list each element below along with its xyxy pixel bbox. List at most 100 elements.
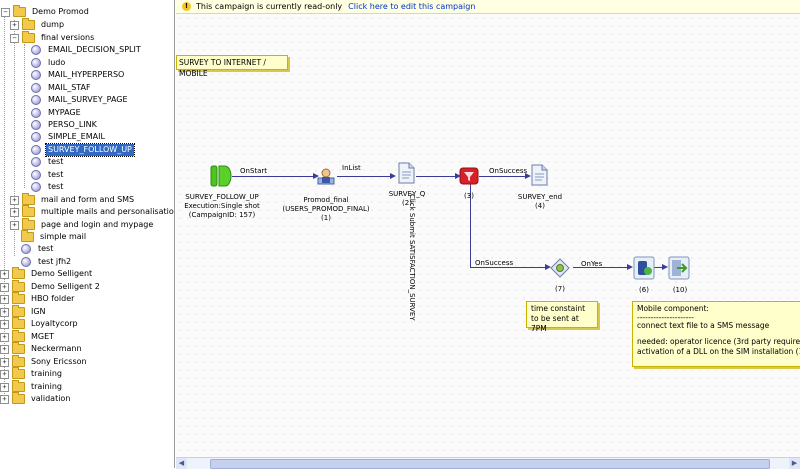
tree-item-campaign[interactable]: MAIL_HYPERPERSO [31,69,126,81]
tree-item-campaign-selected[interactable]: SURVEY_FOLLOW_UP [31,143,135,157]
expand-icon[interactable]: + [10,207,19,217]
tree-item-folder[interactable]: + page and login and mypage [10,218,155,231]
tree-item-folder[interactable]: simple mail [21,230,88,243]
tree-item-label: Sony Ericsson [31,357,87,366]
warning-icon: ! [182,2,191,11]
connector-inlist [337,176,393,177]
start-node[interactable] [210,164,232,188]
expand-icon[interactable]: + [0,282,9,292]
scroll-left-icon[interactable]: ◀ [176,458,187,469]
mobile-note-line3: activation of a DLL on the SIM installat… [637,347,800,356]
tree-item-campaign[interactable]: PERSO_LINK [31,119,99,131]
click-submit-label: Click Submit SATISFACTION_SURVEY [408,194,416,321]
tree-item-campaign[interactable]: EMAIL_DECISION_SPLIT [31,44,143,56]
expand-icon[interactable]: + [10,20,19,30]
folder-icon [22,31,35,43]
tree-item-dump[interactable]: + dump [10,18,66,31]
edit-campaign-link[interactable]: Click here to edit this campaign [348,2,475,11]
page-icon [531,164,548,186]
decision-node[interactable] [459,166,479,186]
campaign-tree[interactable]: − Demo Promod + dump − final versions EM… [0,0,175,468]
campaign-icon [31,83,41,93]
expand-icon[interactable]: + [0,357,9,367]
expand-icon[interactable]: + [0,319,9,329]
tree-item-campaign[interactable]: test [31,169,65,181]
expand-icon[interactable]: + [0,332,9,342]
wait-node[interactable] [550,258,570,278]
expand-icon[interactable]: + [10,195,19,205]
tree-item-demo-promod[interactable]: − Demo Promod [1,5,91,18]
wait-node-label: (7) [555,285,565,293]
expand-icon[interactable]: + [0,294,9,304]
start-node-title: SURVEY_FOLLOW_UP [185,193,259,201]
tree-item-folder[interactable]: + Demo Selligent [0,267,94,280]
tree-item-folder[interactable]: + training [0,380,64,393]
arrow-head-icon [390,173,396,179]
tree-item-label: mail and form and SMS [41,195,135,204]
collapse-icon[interactable]: − [10,33,19,43]
tree-item-folder[interactable]: + validation [0,392,72,405]
start-node-label: SURVEY_FOLLOW_UP Execution:Single shot (… [184,193,260,220]
tree-item-folder[interactable]: + multiple mails and personalisation [10,205,174,218]
tree-item-folder[interactable]: + HBO folder [0,292,76,305]
folder-icon [12,292,25,304]
tree-item-campaign[interactable]: test [31,156,65,168]
expand-icon[interactable]: + [0,269,9,279]
expand-icon[interactable]: + [0,369,9,379]
expand-icon[interactable]: + [10,220,19,230]
list-node-title: Promod_final [303,196,349,204]
tree-item-campaign[interactable]: test [21,243,55,255]
tree-item-label: test jfh2 [38,257,72,266]
tree-item-label: HBO folder [31,294,75,303]
campaign-icon [31,45,41,55]
tree-item-folder[interactable]: + Loyaltycorp [0,317,80,330]
tree-item-folder[interactable]: + training [0,367,64,380]
header-note[interactable]: SURVEY TO INTERNET / MOBILE [176,55,288,78]
mobile-note-line1: connect text file to a SMS message [637,321,770,330]
end-node[interactable] [530,164,548,186]
list-node-number: (1) [321,214,331,222]
tree-item-folder[interactable]: + IGN [0,305,48,318]
folder-icon [12,280,25,292]
folder-icon [12,380,25,392]
start-node-execution: Execution:Single shot [184,202,260,210]
expand-icon[interactable]: + [0,344,9,354]
tree-item-label: EMAIL_DECISION_SPLIT [48,45,141,54]
tree-item-folder[interactable]: + Neckermann [0,342,84,355]
collapse-icon[interactable]: − [1,7,10,17]
tree-item-campaign[interactable]: MYPAGE [31,107,83,119]
tree-item-final-versions[interactable]: − final versions [10,31,96,44]
tree-item-campaign[interactable]: test jfh2 [21,256,73,268]
tree-item-campaign[interactable]: ludo [31,57,67,69]
tree-guide [24,44,25,188]
edge-label-onsuccess: OnSuccess [475,259,514,267]
mobile-component-note[interactable]: Mobile component: --------------------- … [632,301,800,367]
tree-item-campaign[interactable]: SIMPLE_EMAIL [31,131,107,143]
campaign-icon [31,132,41,142]
folder-icon [12,330,25,342]
exit-node[interactable] [668,256,690,280]
horizontal-scrollbar[interactable]: ◀ ▶ [176,457,800,469]
tree-item-campaign[interactable]: MAIL_SURVEY_PAGE [31,94,130,106]
folder-icon [12,367,25,379]
scroll-right-icon[interactable]: ▶ [789,458,800,469]
time-constraint-note[interactable]: time constaint to be sent at 7PM [526,301,598,333]
list-node-label: Promod_final (USERS_PROMOD_FINAL) (1) [274,196,378,223]
campaign-flow-canvas[interactable]: SURVEY TO INTERNET / MOBILE OnStart InLi… [176,14,800,457]
tree-item-campaign[interactable]: MAIL_STAF [31,82,93,94]
survey-node[interactable] [397,162,415,184]
tree-item-label: page and login and mypage [41,220,154,229]
expand-icon[interactable]: + [0,382,9,392]
edge-label-onstart: OnStart [240,167,268,175]
folder-icon [21,230,34,242]
sms-node[interactable] [633,256,655,280]
folder-icon [12,317,25,329]
list-node[interactable] [316,166,336,186]
expand-icon[interactable]: + [0,394,9,404]
tree-item-folder[interactable]: + MGET [0,330,56,343]
edge-label-onyes: OnYes [581,260,603,268]
edge-label-onsuccess: OnSuccess [489,167,528,175]
tree-item-campaign[interactable]: test [31,181,65,193]
tree-item-label: training [31,382,62,391]
expand-icon[interactable]: + [0,307,9,317]
